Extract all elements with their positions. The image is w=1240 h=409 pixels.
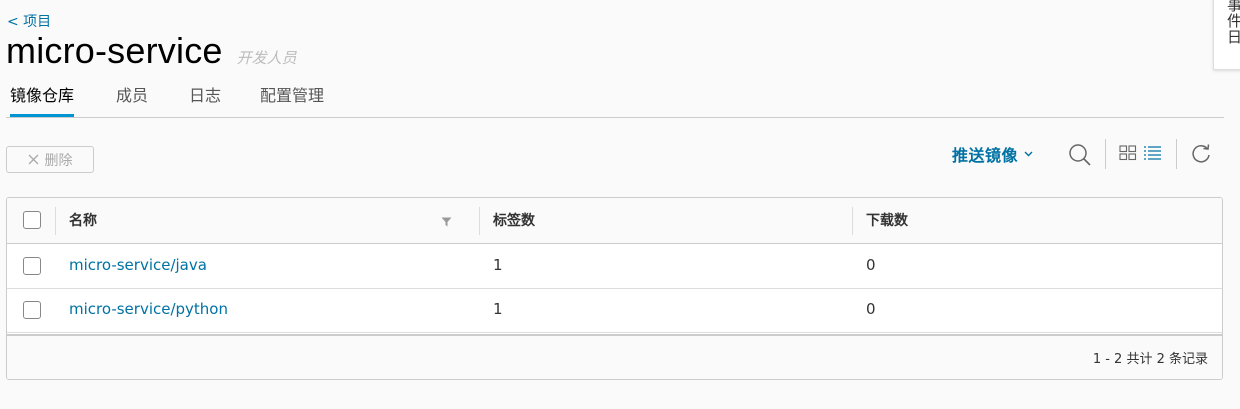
project-tabs: 镜像仓库 成员 日志 配置管理 bbox=[6, 84, 1224, 118]
table-header: 名称 标签数 下载数 bbox=[7, 198, 1222, 244]
list-view-icon[interactable] bbox=[1143, 145, 1162, 161]
tab-configuration[interactable]: 配置管理 bbox=[260, 84, 324, 116]
user-role-label: 开发人员 bbox=[236, 49, 297, 67]
column-separator bbox=[852, 207, 853, 235]
page-header: micro-service 开发人员 bbox=[6, 30, 297, 72]
push-image-label: 推送镜像 bbox=[952, 146, 1019, 165]
table-row: micro-service/python 1 0 bbox=[7, 288, 1222, 333]
push-image-button[interactable]: 推送镜像 bbox=[952, 142, 1033, 166]
repository-table: 名称 标签数 下载数 micro-service/java 1 0 micro-… bbox=[6, 197, 1223, 380]
table-footer: 1 - 2 共计 2 条记录 bbox=[7, 334, 1222, 379]
row-checkbox[interactable] bbox=[23, 257, 41, 275]
pull-count: 0 bbox=[866, 256, 876, 274]
tag-count: 1 bbox=[493, 300, 503, 318]
select-all-checkbox[interactable] bbox=[23, 211, 41, 229]
tag-count: 1 bbox=[493, 256, 503, 274]
column-separator bbox=[55, 207, 56, 235]
back-to-projects-link[interactable]: < 项目 bbox=[7, 11, 51, 31]
filter-icon[interactable] bbox=[441, 217, 452, 227]
table-row: micro-service/java 1 0 bbox=[7, 244, 1222, 289]
repository-name-link[interactable]: micro-service/python bbox=[69, 300, 228, 318]
close-icon bbox=[28, 154, 38, 165]
event-log-label: 事件日 bbox=[1225, 0, 1240, 45]
tab-members[interactable]: 成员 bbox=[116, 84, 148, 116]
column-separator bbox=[479, 207, 480, 235]
pull-count: 0 bbox=[866, 300, 876, 318]
event-log-panel-toggle[interactable]: 事件日 bbox=[1213, 0, 1240, 70]
page-title: micro-service bbox=[6, 30, 223, 71]
card-view-icon[interactable] bbox=[1119, 145, 1137, 161]
repository-name-link[interactable]: micro-service/java bbox=[69, 256, 207, 274]
column-header-tags[interactable]: 标签数 bbox=[493, 210, 535, 230]
tab-logs[interactable]: 日志 bbox=[189, 84, 221, 116]
row-checkbox[interactable] bbox=[23, 301, 41, 319]
search-icon[interactable] bbox=[1068, 143, 1092, 167]
pagination-summary: 1 - 2 共计 2 条记录 bbox=[1092, 352, 1208, 367]
refresh-icon[interactable] bbox=[1190, 143, 1212, 165]
toolbar-divider bbox=[1176, 139, 1177, 169]
tab-repositories[interactable]: 镜像仓库 bbox=[10, 84, 75, 117]
chevron-down-icon bbox=[1024, 151, 1033, 157]
column-header-pulls[interactable]: 下载数 bbox=[866, 210, 908, 230]
delete-button-label: 删除 bbox=[44, 152, 73, 169]
column-header-name[interactable]: 名称 bbox=[69, 210, 97, 230]
toolbar-divider bbox=[1105, 139, 1106, 169]
delete-button[interactable]: 删除 bbox=[6, 146, 94, 173]
